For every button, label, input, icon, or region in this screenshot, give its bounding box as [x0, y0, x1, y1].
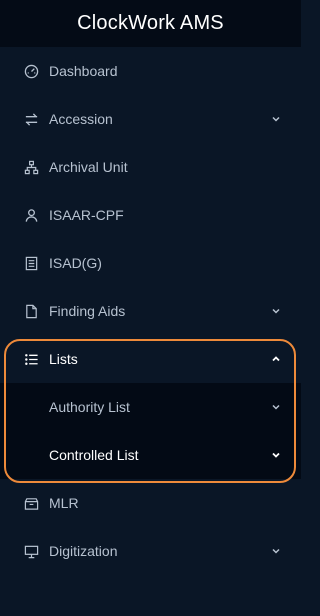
- chevron-down-icon: [271, 114, 281, 124]
- sidebar-item-label: Lists: [49, 351, 78, 367]
- sidebar-item-accession[interactable]: Accession: [0, 95, 301, 143]
- monitor-icon: [24, 544, 39, 559]
- sidebar-subitem-label: Controlled List: [49, 447, 139, 463]
- hierarchy-icon: [24, 160, 39, 175]
- sidebar-item-label: Accession: [49, 111, 113, 127]
- sidebar-item-isadg[interactable]: ISAD(G): [0, 239, 301, 287]
- document-list-icon: [24, 256, 39, 271]
- dashboard-icon: [24, 64, 39, 79]
- transfer-icon: [24, 112, 39, 127]
- sidebar: ClockWork AMS Dashboard Accession Archiv…: [0, 0, 301, 616]
- sidebar-item-label: Finding Aids: [49, 303, 126, 319]
- sidebar-item-label: Dashboard: [49, 63, 118, 79]
- sidebar-item-lists[interactable]: Lists: [0, 335, 301, 383]
- sidebar-item-label: ISAAR-CPF: [49, 207, 124, 223]
- archive-box-icon: [24, 496, 39, 511]
- sidebar-item-finding-aids[interactable]: Finding Aids: [0, 287, 301, 335]
- sidebar-subitem-label: Authority List: [49, 399, 130, 415]
- sidebar-item-archival-unit[interactable]: Archival Unit: [0, 143, 301, 191]
- chevron-down-icon: [271, 450, 281, 460]
- sidebar-item-label: MLR: [49, 495, 79, 511]
- person-icon: [24, 208, 39, 223]
- list-icon: [24, 352, 39, 367]
- sidebar-subitem-authority-list[interactable]: Authority List: [0, 383, 301, 431]
- app-title: ClockWork AMS: [77, 12, 224, 34]
- sidebar-item-dashboard[interactable]: Dashboard: [0, 47, 301, 95]
- sidebar-item-mlr[interactable]: MLR: [0, 479, 301, 527]
- chevron-down-icon: [271, 306, 281, 316]
- chevron-down-icon: [271, 402, 281, 412]
- chevron-up-icon: [271, 354, 281, 364]
- sidebar-item-label: Archival Unit: [49, 159, 128, 175]
- sidebar-subitem-controlled-list[interactable]: Controlled List: [0, 431, 301, 479]
- sidebar-item-isaar-cpf[interactable]: ISAAR-CPF: [0, 191, 301, 239]
- sidebar-item-label: Digitization: [49, 543, 118, 559]
- app-header: ClockWork AMS: [0, 0, 301, 47]
- file-icon: [24, 304, 39, 319]
- sidebar-item-digitization[interactable]: Digitization: [0, 527, 301, 575]
- sidebar-item-label: ISAD(G): [49, 255, 102, 271]
- chevron-down-icon: [271, 546, 281, 556]
